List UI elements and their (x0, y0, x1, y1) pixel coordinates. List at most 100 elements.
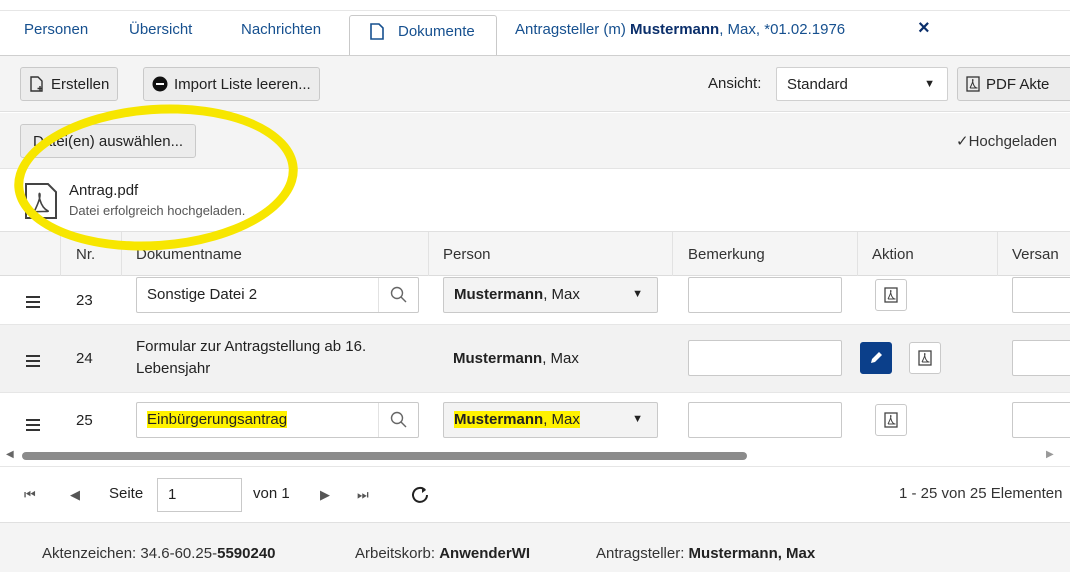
header-person[interactable]: Person (443, 246, 491, 263)
refresh-icon[interactable] (410, 485, 430, 505)
pdf-file-icon (25, 183, 57, 219)
header-dokumentname[interactable]: Dokumentname (136, 246, 242, 263)
bemerkung-input[interactable] (688, 277, 842, 313)
person-last: Mustermann (454, 286, 544, 303)
pdf-icon (884, 287, 898, 303)
uploaded-file: Antrag.pdf Datei erfolgreich hochgeladen… (0, 170, 1070, 232)
datei-auswaehlen-button[interactable]: Datei(en) auswählen... (20, 124, 197, 158)
pencil-icon (871, 352, 882, 363)
person-select[interactable]: Mustermann, Max ▼ (443, 277, 658, 313)
versand-input[interactable] (1012, 340, 1070, 376)
dokumentname-value: Sonstige Datei 2 (147, 286, 258, 303)
caret-down-icon: ▼ (924, 78, 935, 90)
dokumentname-input[interactable]: Einbürgerungsantrag (136, 402, 419, 438)
datei-auswaehlen-label: Datei(en) auswählen... (33, 132, 184, 150)
dokumentname-input[interactable]: Sonstige Datei 2 (136, 277, 419, 313)
drag-handle-icon[interactable] (26, 419, 40, 434)
pdf-icon (918, 350, 932, 366)
pdf-button[interactable] (909, 342, 941, 374)
divider (121, 232, 122, 276)
row-nr: 25 (76, 412, 93, 429)
pager-summary: 1 - 25 von 25 Elementen (899, 485, 1063, 502)
status-footer: Aktenzeichen: 34.6-60.25-5590240 Arbeits… (0, 522, 1070, 572)
toolbar: Erstellen Import Liste leeren... Ansicht… (0, 56, 1070, 112)
scroll-left-icon[interactable]: ◀ (6, 449, 14, 460)
antragsteller-value: Mustermann, Max (688, 545, 816, 562)
ansicht-label: Ansicht: (708, 75, 762, 92)
first-page-icon[interactable]: ⏮ (24, 487, 36, 503)
person-last: Mustermann (453, 350, 543, 367)
edit-button[interactable] (860, 342, 892, 374)
seite-label: Seite (109, 485, 144, 502)
bemerkung-input[interactable] (688, 402, 842, 438)
antragsteller-label: Antragsteller: (596, 545, 689, 562)
close-icon[interactable]: × (918, 17, 930, 40)
header-nr[interactable]: Nr. (76, 246, 95, 263)
divider (0, 10, 1070, 11)
tab-nachrichten[interactable]: Nachrichten (241, 21, 321, 38)
dokumentname-line1: Formular zur Antragstellung ab 16. (136, 338, 367, 355)
person-last: Mustermann (454, 411, 544, 428)
drag-handle-icon[interactable] (26, 296, 40, 311)
aktenzeichen: Aktenzeichen: 34.6-60.25-5590240 (42, 545, 276, 562)
person-select[interactable]: Mustermann, Max ▼ (443, 402, 658, 438)
scroll-thumb[interactable] (22, 452, 747, 460)
tab-antragsteller[interactable]: Antragsteller (m) Mustermann, Max, *01.0… (515, 21, 845, 38)
pdf-button[interactable] (875, 279, 907, 311)
last-page-icon[interactable]: ⏭ (357, 487, 369, 503)
grid-header: Nr. Dokumentname Person Bemerkung Aktion… (0, 232, 1070, 276)
pdf-icon (966, 76, 980, 92)
prev-page-icon[interactable]: ◀ (70, 487, 80, 503)
divider (997, 232, 998, 276)
next-page-icon[interactable]: ▶ (320, 487, 330, 503)
upload-status: ✓Hochgeladen (956, 133, 1057, 150)
file-name: Antrag.pdf (69, 182, 139, 199)
tab-personen[interactable]: Personen (24, 21, 88, 38)
versand-input[interactable] (1012, 402, 1070, 438)
tab-antragsteller-suffix: , Max, *01.02.1976 (719, 21, 846, 38)
scroll-right-icon[interactable]: ▶ (1046, 449, 1054, 460)
header-versand[interactable]: Versan (1012, 246, 1059, 263)
horizontal-scrollbar[interactable]: ◀ ▶ (0, 444, 1070, 466)
bemerkung-input[interactable] (688, 340, 842, 376)
file-status: Datei erfolgreich hochgeladen. (69, 203, 246, 218)
tab-antragsteller-prefix: Antragsteller (m) (515, 21, 631, 38)
header-bemerkung[interactable]: Bemerkung (688, 246, 765, 263)
divider (672, 232, 673, 276)
drag-handle-icon[interactable] (26, 355, 40, 370)
person-value: Mustermann, Max (454, 286, 580, 303)
person-first: , Max (543, 411, 580, 428)
table-row: 25 Einbürgerungsantrag Mustermann, Max ▼ (0, 393, 1070, 445)
versand-input[interactable] (1012, 277, 1070, 313)
tab-uebersicht[interactable]: Übersicht (129, 21, 192, 38)
import-liste-leeren-button[interactable]: Import Liste leeren... (143, 67, 320, 101)
aktenzeichen-value: 5590240 (217, 545, 276, 562)
erstellen-button[interactable]: Erstellen (20, 67, 119, 101)
tab-dokumente[interactable]: Dokumente (349, 15, 497, 56)
tab-antragsteller-name: Mustermann (630, 21, 720, 38)
pdf-akte-button[interactable]: PDF Akte (957, 67, 1070, 101)
page-input[interactable]: 1 (157, 478, 242, 512)
search-icon[interactable] (378, 403, 418, 437)
row-nr: 23 (76, 292, 93, 309)
ansicht-select[interactable]: Standard ▼ (776, 67, 948, 101)
header-aktion[interactable]: Aktion (872, 246, 914, 263)
new-document-icon (30, 76, 43, 92)
tab-bar: Personen Übersicht Nachrichten Dokumente… (0, 0, 1070, 56)
dokumentname-value: Einbürgerungsantrag (147, 411, 288, 428)
tab-dokumente-label: Dokumente (398, 23, 475, 40)
divider (857, 232, 858, 276)
divider (60, 232, 61, 276)
arbeitskorb-label: Arbeitskorb: (355, 545, 440, 562)
dokumentname-line2: Lebensjahr (136, 360, 211, 377)
document-icon (370, 23, 384, 40)
divider (428, 232, 429, 276)
antragsteller-info: Antragsteller: Mustermann, Max (596, 545, 815, 562)
pdf-akte-label: PDF Akte (986, 75, 1050, 93)
table-row: 24 Formular zur Antragstellung ab 16. Le… (0, 325, 1070, 393)
pdf-button[interactable] (875, 404, 907, 436)
arbeitskorb: Arbeitskorb: AnwenderWI (355, 545, 530, 562)
person-first: , Max (542, 350, 579, 367)
import-label: Import Liste leeren... (174, 75, 311, 93)
search-icon[interactable] (378, 278, 418, 312)
